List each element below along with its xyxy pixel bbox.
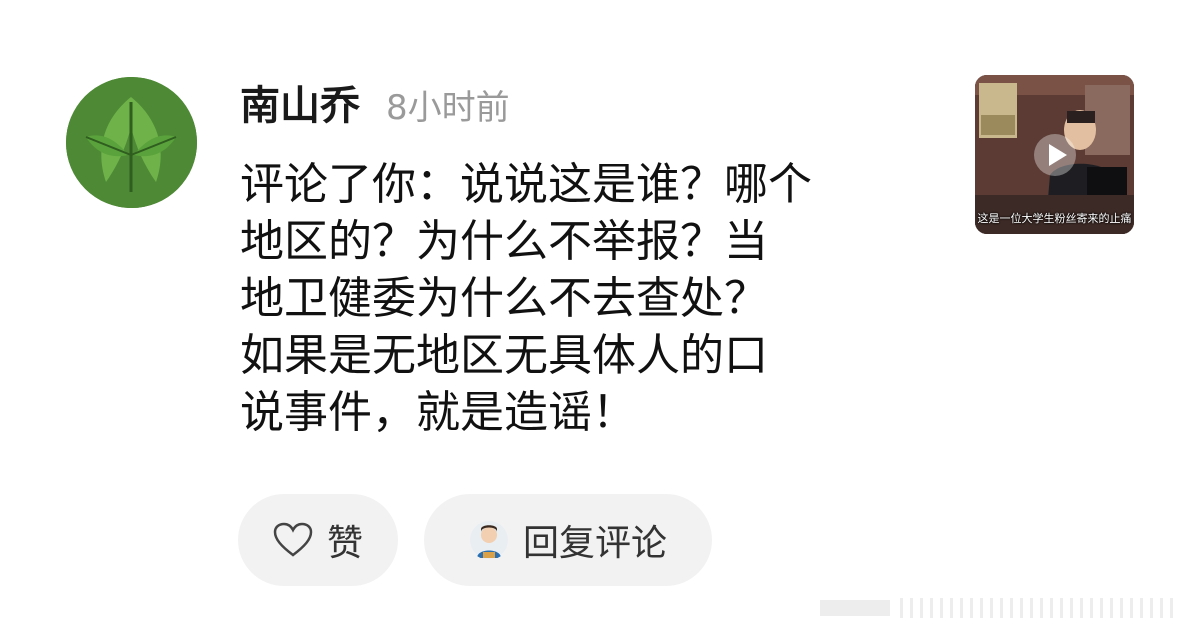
like-button[interactable]: 赞: [238, 494, 398, 586]
author-name[interactable]: 南山乔: [240, 80, 360, 132]
comment-line: 如果是无地区无具体人的口: [240, 330, 768, 381]
comment-line: 说事件，就是造谣！: [240, 387, 636, 438]
video-caption: 这是一位大学生粉丝寄来的止痛: [977, 212, 1132, 225]
heart-outline-icon: [273, 522, 313, 557]
comment-line: 地区的？为什么不举报？当: [240, 216, 768, 267]
comment-header: 南山乔 8小时前: [240, 80, 510, 132]
comment-notification: 南山乔 8小时前 评论了你：说说这是谁？哪个 地区的？为什么不举报？当 地卫健委…: [0, 0, 1200, 636]
comment-body: 评论了你：说说这是谁？哪个 地区的？为什么不举报？当 地卫健委为什么不去查处？ …: [240, 156, 940, 441]
author-avatar[interactable]: [66, 77, 197, 208]
reply-label: 回复评论: [522, 523, 667, 564]
reply-button[interactable]: 回复评论: [424, 494, 712, 586]
comment-line: 地卫健委为什么不去查处？: [240, 273, 768, 324]
leaf-avatar-image: [66, 77, 197, 208]
user-avatar-icon: [469, 520, 509, 560]
comment-time: 8小时前: [386, 88, 510, 128]
like-label: 赞: [326, 523, 363, 564]
watermark-strip: [820, 598, 1173, 618]
video-thumbnail[interactable]: 这是一位大学生粉丝寄来的止痛: [975, 75, 1134, 234]
comment-line: 评论了你：说说这是谁？哪个: [240, 159, 812, 210]
play-icon: [1033, 133, 1076, 176]
